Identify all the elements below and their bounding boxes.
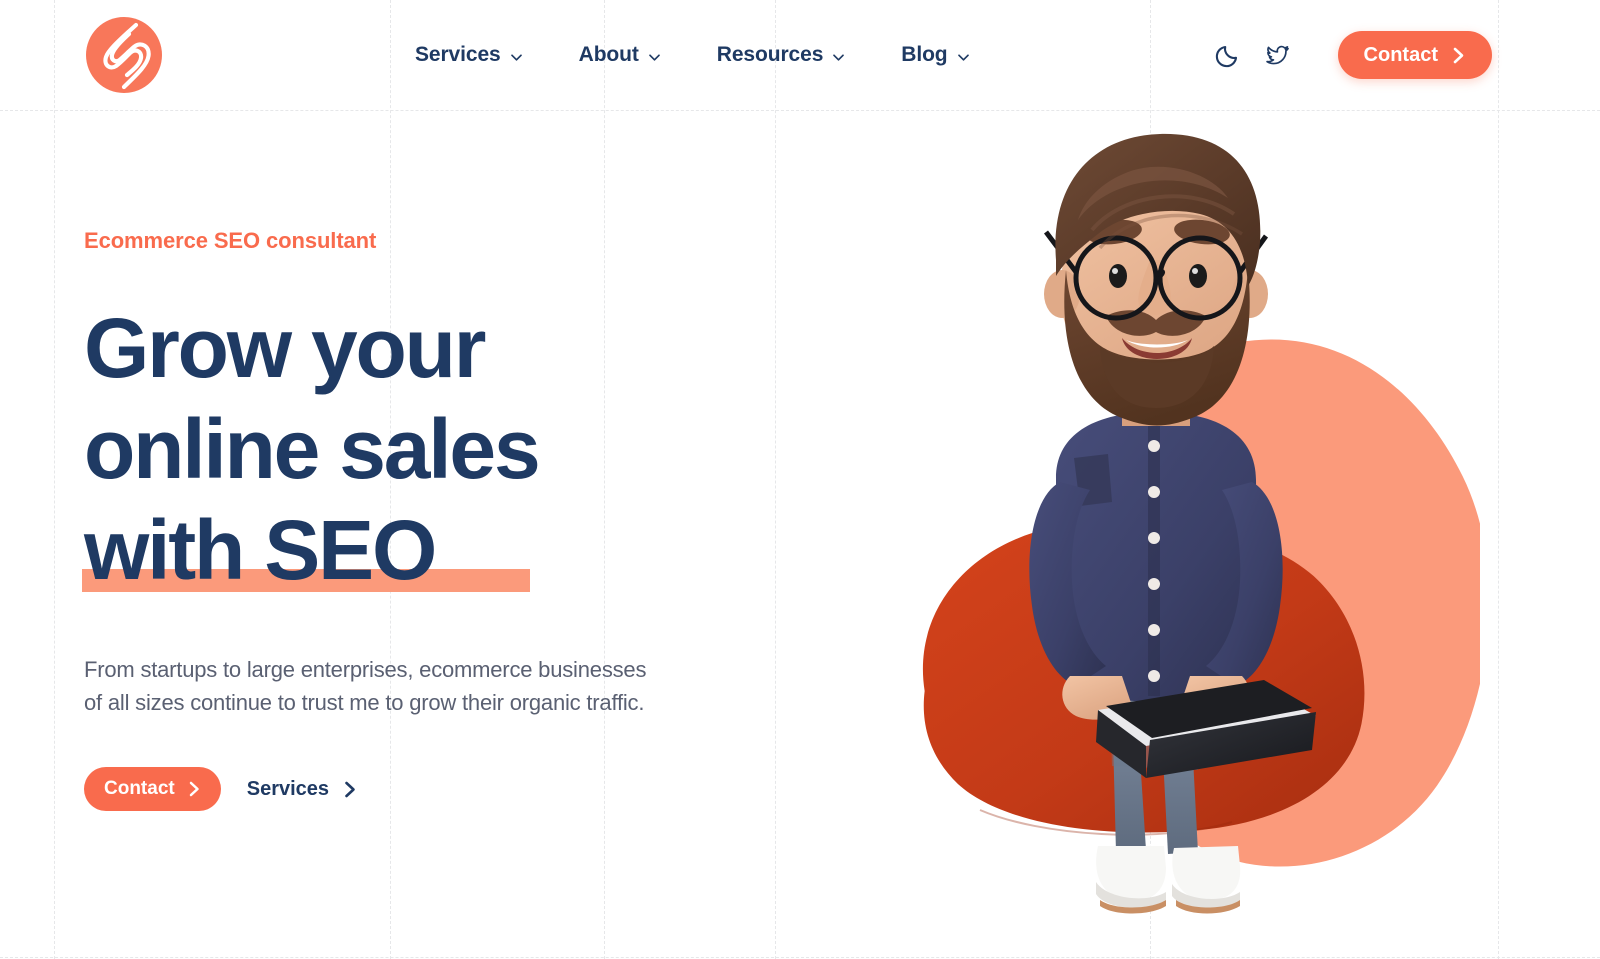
- chevron-right-icon: [189, 781, 199, 797]
- right-eye: [1189, 264, 1207, 288]
- headline-line-3-text: with SEO: [84, 503, 437, 597]
- hero-copy: Ecommerce SEO consultant Grow your onlin…: [82, 228, 804, 811]
- main-navigation: Services About Resources Blog: [415, 0, 970, 110]
- nav-item-resources[interactable]: Resources: [717, 43, 846, 67]
- header-actions: Contact: [1206, 0, 1492, 110]
- shirt-button: [1148, 532, 1160, 544]
- headline-line-1: Grow your: [84, 301, 486, 395]
- chevron-down-icon: [957, 51, 970, 64]
- hero-eyebrow: Ecommerce SEO consultant: [84, 228, 377, 253]
- twitter-link[interactable]: [1256, 33, 1300, 77]
- hero-headline: Grow your online sales with SEO: [82, 298, 744, 601]
- headline-line-2: online sales: [84, 402, 541, 496]
- hero-actions: Contact Services: [84, 767, 804, 811]
- headline-line-3: with SEO: [82, 500, 744, 601]
- shirt-button: [1148, 670, 1160, 682]
- hero-paragraph-line-2: of all sizes continue to trust me to gro…: [84, 690, 645, 715]
- 3d-man-on-beanbag-with-laptop-illustration: [922, 133, 1480, 914]
- nav-item-services[interactable]: Services: [415, 43, 523, 67]
- hero-paragraph-line-1: From startups to large enterprises, ecom…: [84, 657, 647, 682]
- nav-label: Blog: [901, 43, 948, 66]
- chevron-right-icon: [345, 781, 355, 797]
- hero-paragraph: From startups to large enterprises, ecom…: [84, 653, 784, 719]
- hero-contact-label: Contact: [104, 778, 175, 799]
- nav-label: About: [578, 43, 639, 66]
- nav-label: Resources: [716, 43, 824, 66]
- hero-illustration: [860, 110, 1480, 959]
- shirt-button: [1148, 440, 1160, 452]
- chevron-down-icon: [832, 51, 845, 64]
- hero-services-label: Services: [246, 777, 330, 800]
- nav-item-about[interactable]: About: [579, 43, 661, 67]
- spiral-s-logo-icon: [103, 22, 151, 90]
- right-shoe: [1172, 846, 1241, 914]
- nav-label: Services: [415, 43, 501, 66]
- hero-contact-button[interactable]: Contact: [84, 767, 221, 811]
- moon-icon: [1215, 45, 1237, 68]
- chevron-right-icon: [1453, 47, 1464, 63]
- shirt-button: [1148, 486, 1160, 498]
- left-eye: [1109, 264, 1127, 288]
- chevron-down-icon: [510, 51, 523, 64]
- dark-mode-toggle[interactable]: [1206, 33, 1250, 77]
- left-shoe: [1096, 846, 1166, 914]
- hero-services-link[interactable]: Services: [247, 778, 357, 801]
- header-contact-label: Contact: [1363, 43, 1438, 66]
- chevron-down-icon: [648, 51, 661, 64]
- hero-section: Ecommerce SEO consultant Grow your onlin…: [0, 110, 1600, 959]
- logo-link[interactable]: [86, 17, 162, 93]
- shirt-button: [1148, 578, 1160, 590]
- shirt-button: [1148, 624, 1160, 636]
- nav-item-blog[interactable]: Blog: [901, 43, 969, 67]
- header-contact-button[interactable]: Contact: [1337, 31, 1492, 79]
- twitter-icon: [1266, 45, 1289, 64]
- site-header: Services About Resources Blog Contact: [0, 0, 1600, 110]
